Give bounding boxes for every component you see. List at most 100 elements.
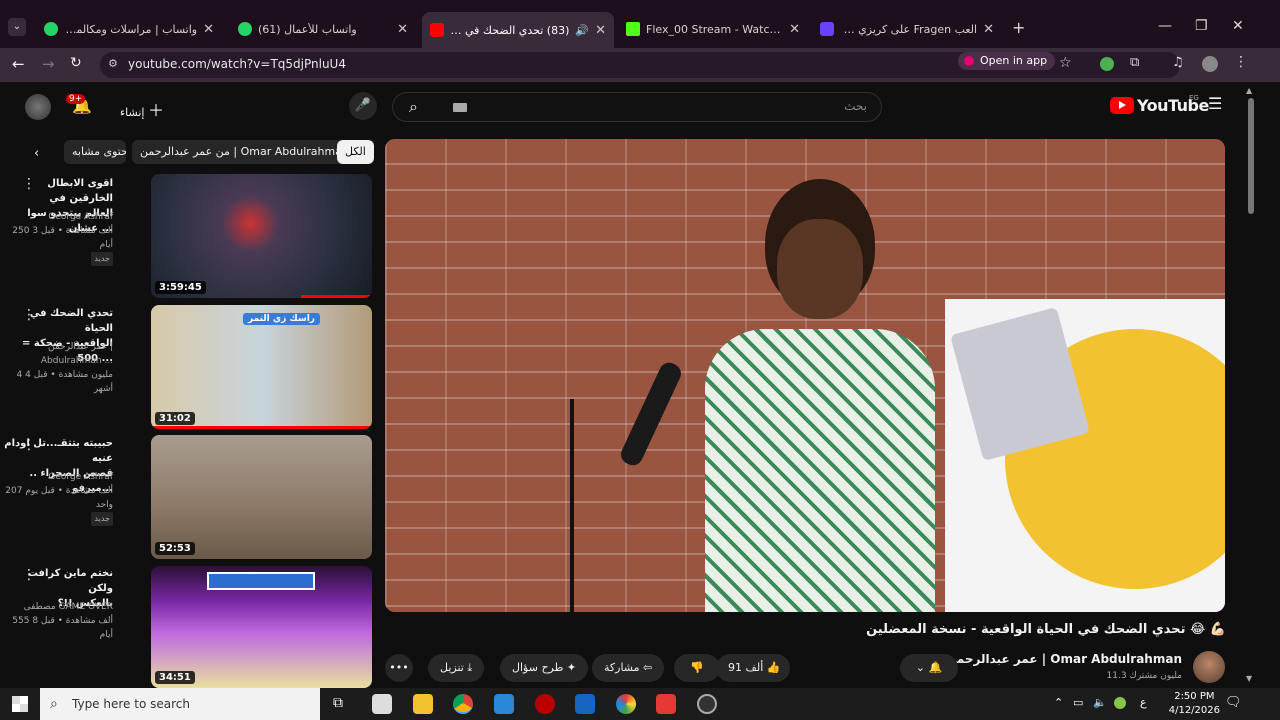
related-thumbnail[interactable]: 34:51 [151, 566, 372, 688]
tray-volume-icon[interactable]: 🔈 [1093, 696, 1107, 709]
open-in-app-button[interactable]: Open in app [958, 52, 1056, 70]
minimize-icon[interactable]: — [1158, 18, 1172, 34]
whatsapp-icon [44, 22, 58, 36]
store-icon[interactable] [494, 694, 514, 714]
close-tab-icon[interactable]: ✕ [203, 22, 214, 37]
youtube-page: 🔔 9+ إنشاء ＋ 🎤 ⌕ بحث YouTube EG ☰ ‹ محتو… [0, 82, 1248, 688]
channel-name[interactable]: George Ashraf [0, 210, 113, 224]
reload-icon[interactable]: ↻ [70, 55, 82, 71]
profile-avatar[interactable] [1202, 56, 1218, 72]
close-tab-icon[interactable]: ✕ [595, 23, 606, 38]
site-info-icon[interactable]: ⚙ [108, 57, 118, 70]
chip-all[interactable]: الكل [337, 140, 374, 164]
region-label: EG [1189, 94, 1199, 102]
search-icon: ⌕ [50, 696, 58, 712]
channel-name[interactable]: George Ashraf [0, 470, 113, 484]
bookmark-star-icon[interactable]: ☆ [1059, 55, 1072, 71]
ask-button[interactable]: طرح سؤال ✦ [500, 654, 589, 682]
chevron-down-icon: ⌄ [915, 661, 925, 674]
windows-taskbar: ⌕ Type here to search ⧉ ⌃ ▭ 🔈 ع 2:50 PM … [0, 688, 1280, 720]
subscribe-notification-button[interactable]: ⌄ 🔔 [900, 654, 958, 682]
notification-count-badge: 9+ [66, 94, 86, 104]
browser-menu-icon[interactable]: ⋮ [1234, 54, 1248, 70]
plus-icon: ＋ [147, 101, 164, 120]
tab-whatsapp[interactable]: واتساب | مراسلات ومكالمات مجانية ✕ [36, 14, 222, 44]
chip-similar[interactable]: محتوى مشابه [64, 140, 126, 164]
extensions-puzzle-icon[interactable]: ⧉ [1130, 55, 1139, 70]
related-thumbnail[interactable]: راسك زي التمر 31:02 [151, 305, 372, 429]
input-language-indicator[interactable]: ع [1140, 696, 1147, 709]
progress-bar [301, 295, 372, 298]
app-dark-icon[interactable] [697, 694, 717, 714]
tray-chevron-up-icon[interactable]: ⌃ [1054, 696, 1063, 709]
browser-toolbar: ← → ↻ ⚙ youtube.com/watch?v=Tq5djPnluU4 … [0, 48, 1280, 82]
app-colorwheel-icon[interactable] [616, 694, 636, 714]
account-avatar[interactable] [25, 94, 51, 120]
tray-app-icon[interactable] [1114, 697, 1126, 709]
more-actions-button[interactable]: ••• [385, 654, 413, 682]
notification-center-icon[interactable]: 🗨 [1225, 695, 1242, 710]
new-badge: جديد [91, 252, 113, 266]
close-window-icon[interactable]: ✕ [1232, 18, 1244, 34]
channel-name[interactable]: عمر عبدالرحمن | Abdulrahman ... [0, 340, 113, 368]
scroll-down-icon[interactable]: ▼ [1246, 674, 1252, 683]
progress-bar [151, 426, 372, 429]
scroll-thumb[interactable] [1248, 98, 1254, 214]
video-title: تحدي الضحك في الحياة الواقعية - نسخة الم… [866, 622, 1226, 637]
hamburger-menu-icon[interactable]: ☰ [1208, 94, 1222, 113]
dislike-button[interactable]: 👎 [674, 654, 720, 682]
url-text[interactable]: youtube.com/watch?v=Tq5djPnluU4 [128, 57, 346, 71]
thumbs-up-icon: 👍 [766, 661, 781, 674]
file-explorer-icon[interactable] [413, 694, 433, 714]
subscriber-count: 11.3 مليون مشترك [1106, 671, 1183, 681]
tab-search-dropdown-icon[interactable]: ⌄ [8, 18, 26, 36]
close-tab-icon[interactable]: ✕ [983, 22, 994, 37]
speaker-icon[interactable]: 🔊 [575, 24, 589, 37]
channel-name[interactable]: مصطفى GAME OVER [0, 600, 113, 614]
more-horizontal-icon: ••• [389, 661, 409, 674]
page-scrollbar[interactable]: ▲ ▼ [1246, 82, 1280, 688]
new-tab-button[interactable]: + [1012, 18, 1025, 37]
crazygames-icon [820, 22, 834, 36]
taskbar-search-input[interactable]: ⌕ Type here to search [40, 688, 320, 720]
close-tab-icon[interactable]: ✕ [789, 22, 800, 37]
like-button[interactable]: 91 ألف 👍 [716, 654, 790, 682]
related-thumbnail[interactable]: 3:59:45 [151, 174, 372, 298]
taskbar-clock[interactable]: 2:50 PM 4/12/2026 [1169, 690, 1220, 718]
related-meta: George Ashraf 207 ألف مشاهدة • قبل يوم و… [0, 470, 113, 526]
task-view-icon[interactable]: ⧉ [333, 695, 343, 711]
windows-start-icon[interactable] [12, 696, 28, 712]
search-placeholder: بحث [844, 99, 867, 113]
extension-icon[interactable] [1100, 57, 1114, 71]
scroll-up-icon[interactable]: ▲ [1246, 86, 1252, 95]
create-button[interactable]: إنشاء ＋ [120, 97, 164, 121]
money-illustration [950, 306, 1090, 462]
channel-avatar[interactable] [1193, 651, 1225, 683]
download-button[interactable]: تنزيل ⤓ [428, 654, 485, 682]
voice-search-button[interactable]: 🎤 [349, 92, 377, 120]
tab-whatsapp-business[interactable]: واتساب للأعمال (61) ✕ [230, 14, 416, 44]
media-control-icon[interactable]: ♫ [1172, 55, 1184, 70]
related-thumbnail[interactable]: 52:53 [151, 435, 372, 559]
chip-from-channel[interactable]: من عمر عبدالرحمن | Omar Abdulrahman [132, 140, 357, 164]
video-player[interactable] [385, 139, 1225, 612]
tray-network-icon[interactable]: ▭ [1073, 696, 1083, 709]
tab-crazygames[interactable]: العب Fragen على كريزي جيمز ✕ [812, 14, 1002, 44]
share-button[interactable]: مشاركة ⇦ [592, 654, 665, 682]
app-red-icon[interactable] [535, 694, 555, 714]
forward-icon[interactable]: → [42, 55, 55, 73]
chips-scroll-left-icon[interactable]: ‹ [34, 146, 39, 161]
app-wps-icon[interactable] [656, 694, 676, 714]
search-input[interactable]: ⌕ بحث [392, 92, 882, 122]
app-ns-icon[interactable] [575, 694, 595, 714]
keyboard-icon[interactable] [453, 103, 467, 112]
tab-kick-stream[interactable]: Flex_00 Stream - Watch Live on Kick ✕ [618, 14, 808, 44]
chrome-icon[interactable] [453, 694, 473, 714]
tab-youtube-active[interactable]: (83) تحدي الضحك في الحياة الواقعية 🔊 ✕ [422, 12, 614, 48]
close-tab-icon[interactable]: ✕ [397, 22, 408, 37]
mail-icon[interactable] [372, 694, 392, 714]
search-icon[interactable]: ⌕ [409, 97, 418, 117]
back-icon[interactable]: ← [12, 55, 25, 73]
restore-icon[interactable]: ❐ [1195, 18, 1208, 34]
channel-name[interactable]: ● عمر عبدالرحمن | Omar Abdulrahman [934, 652, 1182, 666]
